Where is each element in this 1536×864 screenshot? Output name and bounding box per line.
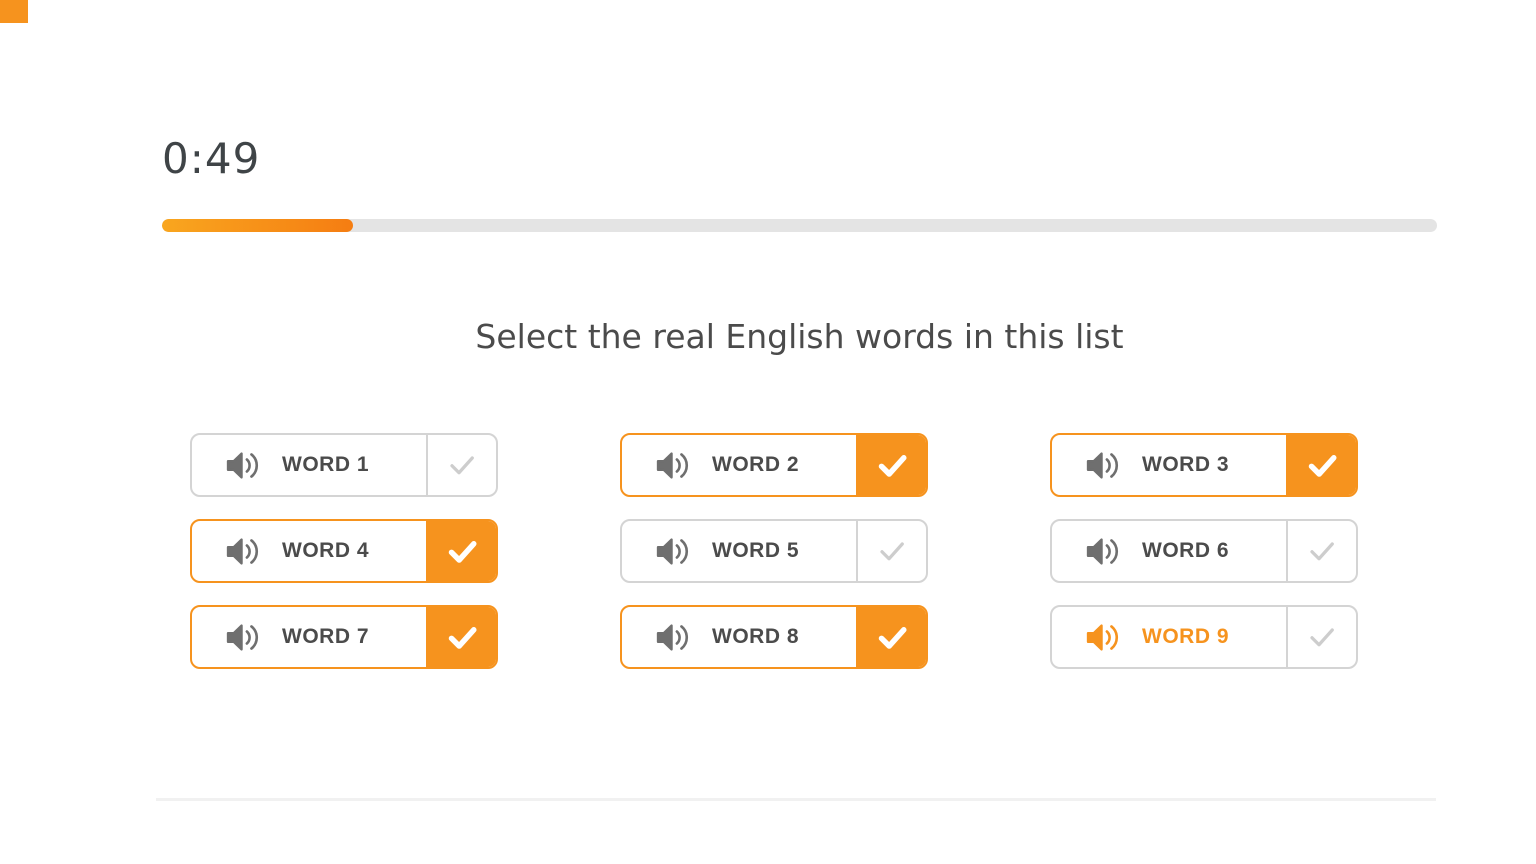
word-button-8[interactable]: WORD 8 [620,605,928,669]
word-button-5[interactable]: WORD 5 [620,519,928,583]
check-icon [876,449,909,482]
check-icon [1307,536,1337,566]
word-button-main[interactable]: WORD 9 [1052,607,1286,667]
speaker-icon[interactable] [1085,450,1122,481]
check-icon [447,450,477,480]
word-button-main[interactable]: WORD 7 [192,607,426,667]
word-checkbox[interactable] [1286,435,1356,495]
speaker-icon[interactable] [225,536,262,567]
word-label: WORD 9 [1142,625,1229,649]
word-checkbox[interactable] [856,521,926,581]
check-icon [1307,622,1337,652]
word-label: WORD 6 [1142,539,1229,563]
word-button-9[interactable]: WORD 9 [1050,605,1358,669]
word-label: WORD 5 [712,539,799,563]
speaker-icon[interactable] [1085,622,1122,653]
word-button-main[interactable]: WORD 1 [192,435,426,495]
check-icon [877,536,907,566]
word-grid: WORD 1 WORD 2 [190,433,1358,669]
word-label: WORD 7 [282,625,369,649]
speaker-icon[interactable] [655,622,692,653]
word-button-main[interactable]: WORD 3 [1052,435,1286,495]
progress-bar [162,219,1437,232]
word-button-main[interactable]: WORD 5 [622,521,856,581]
word-button-main[interactable]: WORD 2 [622,435,856,495]
countdown-timer: 0:49 [162,136,260,182]
word-button-main[interactable]: WORD 6 [1052,521,1286,581]
word-checkbox[interactable] [856,435,926,495]
check-icon [1306,449,1339,482]
speaker-icon[interactable] [225,450,262,481]
word-button-2[interactable]: WORD 2 [620,433,928,497]
word-button-main[interactable]: WORD 4 [192,521,426,581]
word-checkbox[interactable] [426,607,496,667]
question-title: Select the real English words in this li… [162,317,1437,356]
word-button-4[interactable]: WORD 4 [190,519,498,583]
word-checkbox[interactable] [1286,521,1356,581]
corner-accent-block [0,0,28,23]
word-label: WORD 2 [712,453,799,477]
word-label: WORD 4 [282,539,369,563]
word-button-7[interactable]: WORD 7 [190,605,498,669]
word-button-3[interactable]: WORD 3 [1050,433,1358,497]
word-button-6[interactable]: WORD 6 [1050,519,1358,583]
word-checkbox[interactable] [1286,607,1356,667]
progress-fill [162,219,353,232]
speaker-icon[interactable] [1085,536,1122,567]
speaker-icon[interactable] [225,622,262,653]
word-button-1[interactable]: WORD 1 [190,433,498,497]
check-icon [446,535,479,568]
speaker-icon[interactable] [655,450,692,481]
word-label: WORD 1 [282,453,369,477]
word-label: WORD 3 [1142,453,1229,477]
check-icon [876,621,909,654]
word-checkbox[interactable] [426,521,496,581]
check-icon [446,621,479,654]
word-checkbox[interactable] [426,435,496,495]
bottom-divider [156,798,1436,801]
word-label: WORD 8 [712,625,799,649]
speaker-icon[interactable] [655,536,692,567]
word-checkbox[interactable] [856,607,926,667]
word-button-main[interactable]: WORD 8 [622,607,856,667]
